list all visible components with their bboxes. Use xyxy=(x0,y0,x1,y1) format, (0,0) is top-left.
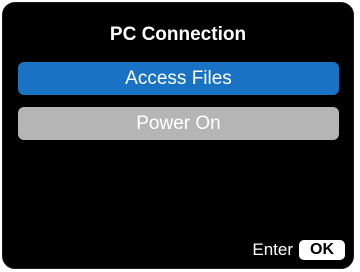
option-access-files[interactable]: Access Files xyxy=(18,62,339,95)
option-power-on[interactable]: Power On xyxy=(18,107,339,140)
enter-label: Enter xyxy=(252,240,293,259)
footer-hint: Enter OK xyxy=(252,239,345,261)
dialog-title: PC Connection xyxy=(109,24,247,45)
pc-connection-screen: PC Connection Access Files Power On Ente… xyxy=(2,2,354,269)
ok-button[interactable]: OK xyxy=(299,240,345,260)
